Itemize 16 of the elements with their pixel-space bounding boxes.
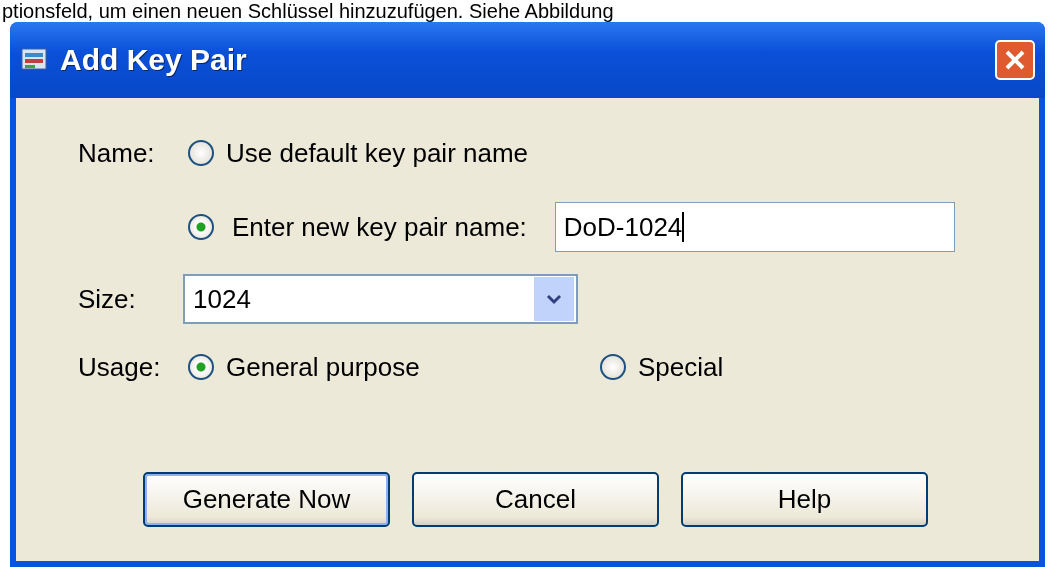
name-label: Name: [78,137,156,169]
radio-option[interactable]: Special [600,351,724,383]
close-button[interactable] [995,40,1035,80]
radio-option[interactable]: Use default key pair name [188,137,529,169]
window-title: Add Key Pair [60,43,248,77]
radio-option[interactable]: Enter new key pair name: [188,211,555,243]
dialog-button[interactable]: Cancel [412,472,659,527]
name-input-field[interactable]: DoD-1024 [554,202,955,252]
size-dropdown[interactable]: 1024 [183,274,578,324]
caption-text: ptionsfeld, um einen neuen Schlüssel hinzuzufügen. Siehe Abbildung [1,0,615,22]
dialog-button[interactable]: Generate Now [143,472,390,527]
dialog-button[interactable]: Help [681,472,928,527]
size-label: Size: [78,283,137,315]
close-icon [1004,49,1026,71]
usage-label: Usage: [78,351,162,383]
radio-option[interactable]: General purpose [188,351,600,383]
